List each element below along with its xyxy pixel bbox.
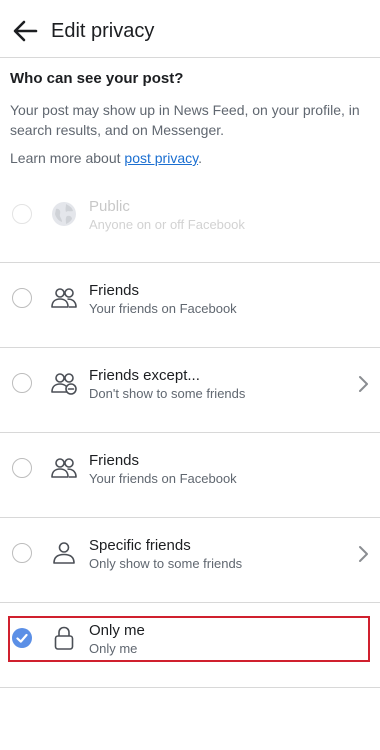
radio-button[interactable]	[12, 204, 32, 224]
radio-button[interactable]	[12, 373, 32, 393]
option-public[interactable]: Public Anyone on or off Facebook	[0, 180, 380, 260]
option-subtitle: Only show to some friends	[89, 556, 243, 571]
friends-except-icon	[51, 373, 77, 395]
learn-more-suffix: .	[198, 150, 202, 166]
option-specific-friends[interactable]: Specific friends Only show to some frien…	[0, 518, 380, 602]
radio-button[interactable]	[12, 458, 32, 478]
option-friends-2[interactable]: Friends Your friends on Facebook	[0, 433, 380, 517]
globe-icon	[52, 202, 76, 226]
friends-icon	[51, 288, 77, 308]
page-title: Edit privacy	[51, 20, 155, 42]
learn-more-text: Learn more about post privacy.	[10, 150, 202, 166]
option-subtitle: Anyone on or off Facebook	[89, 217, 245, 232]
back-button[interactable]	[10, 16, 40, 46]
option-subtitle: Your friends on Facebook	[89, 471, 237, 486]
privacy-heading: Who can see your post?	[10, 70, 184, 87]
chevron-right-icon	[359, 376, 368, 392]
learn-more-prefix: Learn more about	[10, 150, 125, 166]
radio-button[interactable]	[12, 288, 32, 308]
option-subtitle: Don't show to some friends	[89, 386, 246, 401]
chevron-right-icon	[359, 546, 368, 562]
option-title: Friends	[89, 452, 140, 469]
option-title: Friends except...	[89, 367, 200, 384]
post-privacy-link[interactable]: post privacy	[124, 150, 198, 166]
option-subtitle: Your friends on Facebook	[89, 301, 237, 316]
option-friends[interactable]: Friends Your friends on Facebook	[0, 263, 380, 347]
divider	[0, 687, 380, 688]
selection-highlight-box	[8, 616, 370, 662]
radio-button[interactable]	[12, 543, 32, 563]
privacy-description: Your post may show up in News Feed, on y…	[10, 102, 360, 138]
friends-icon	[51, 458, 77, 478]
option-title: Specific friends	[89, 537, 191, 554]
option-title: Public	[89, 198, 130, 215]
arrow-left-icon	[13, 20, 38, 42]
app-header: Edit privacy	[0, 0, 380, 58]
option-friends-except[interactable]: Friends except... Don't show to some fri…	[0, 348, 380, 432]
person-icon	[53, 542, 75, 564]
option-title: Friends	[89, 282, 140, 299]
